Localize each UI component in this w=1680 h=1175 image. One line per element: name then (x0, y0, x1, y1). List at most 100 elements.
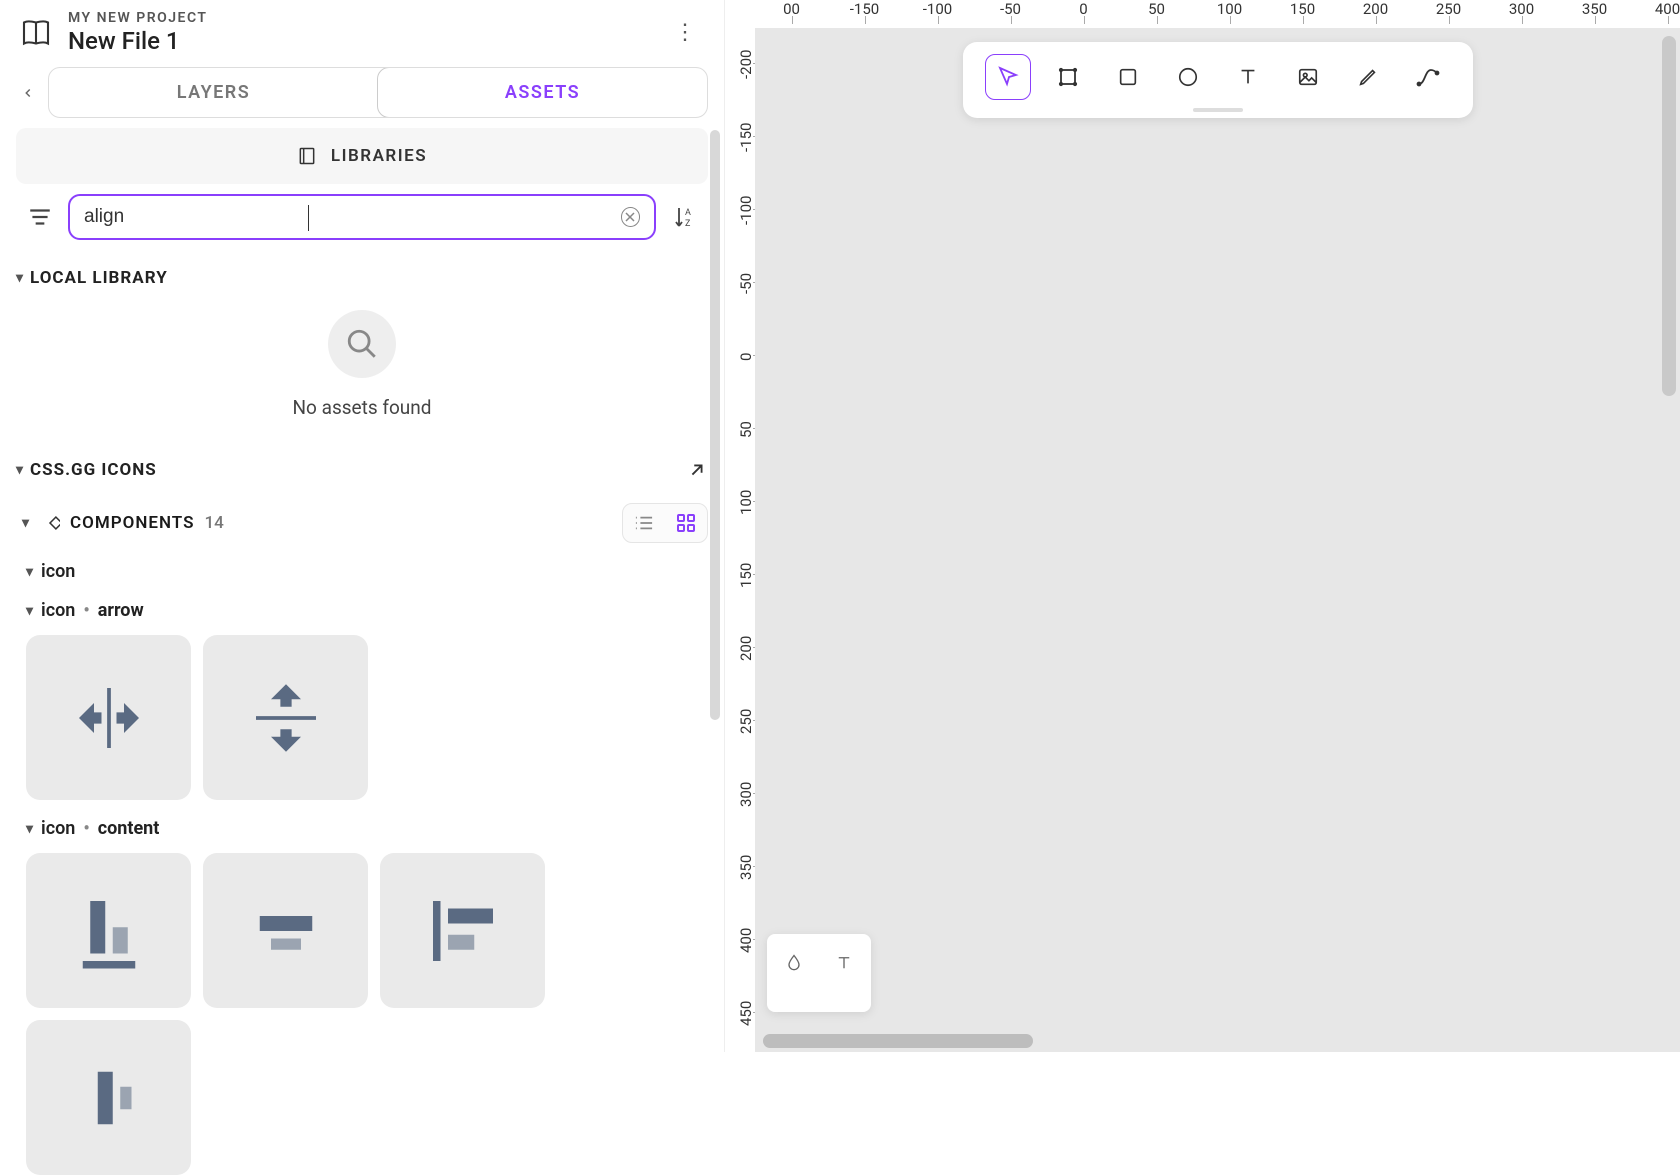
left-panel: MY NEW PROJECT New File 1 ⋮ LAYERS ASSET… (0, 0, 725, 1052)
separator-dot-icon: • (83, 818, 89, 839)
ruler-tick: -50 (974, 0, 1047, 18)
search-row: A Z (0, 192, 724, 248)
ruler-tick: 200 (737, 612, 755, 685)
ruler-tick: 150 (737, 539, 755, 612)
group-icon-content-sub: content (98, 818, 160, 839)
libraries-button[interactable]: LIBRARIES (16, 128, 708, 184)
sort-toggle-button[interactable]: A Z (670, 203, 698, 231)
svg-text:A: A (685, 208, 691, 218)
left-scrollbar[interactable] (710, 130, 720, 720)
local-library-empty: No assets found (16, 288, 708, 433)
droplet-icon (784, 953, 804, 973)
asset-grid-arrow (0, 621, 724, 800)
components-header[interactable]: ▾ COMPONENTS 14 (0, 481, 724, 543)
text-cursor-icon (308, 205, 309, 231)
tab-assets[interactable]: ASSETS (377, 67, 708, 118)
toolbar-drag-handle[interactable] (1193, 108, 1243, 112)
empty-search-icon (328, 310, 396, 378)
tool-move[interactable] (985, 54, 1031, 100)
tool-pencil[interactable] (1345, 54, 1391, 100)
ruler-tick: -100 (737, 174, 755, 247)
ruler-tick: 0 (1047, 0, 1120, 18)
ruler-tick: 450 (737, 977, 755, 1050)
image-icon (1297, 66, 1319, 88)
circle-icon (1177, 66, 1199, 88)
section-local-library-title: LOCAL LIBRARY (30, 268, 168, 288)
separator-dot-icon: • (83, 600, 89, 621)
filter-toggle-button[interactable] (26, 203, 54, 231)
project-menu-button[interactable]: ⋮ (664, 14, 706, 51)
empty-text: No assets found (293, 396, 432, 419)
clear-search-button[interactable] (621, 207, 640, 227)
asset-align-bottom[interactable] (26, 853, 191, 1008)
section-cssgg: ▾ CSS.GG ICONS (0, 433, 724, 481)
canvas-area[interactable]: 00-150-100-50050100150200250300350400 -2… (725, 0, 1680, 1052)
text-icon (1237, 66, 1259, 88)
ruler-tick: 350 (737, 831, 755, 904)
panel-tabs: LAYERS ASSETS (0, 63, 724, 124)
file-name[interactable]: New File 1 (68, 27, 664, 55)
tool-text[interactable] (1225, 54, 1271, 100)
canvas-vertical-scrollbar[interactable] (1662, 36, 1676, 396)
tool-curve[interactable] (1405, 54, 1451, 100)
section-local-library-header[interactable]: ▾ LOCAL LIBRARY (16, 268, 708, 288)
group-icon-arrow-sub: arrow (98, 600, 144, 621)
chevron-down-icon: ▾ (26, 603, 33, 619)
ruler-top[interactable]: 00-150-100-50050100150200250300350400 (725, 0, 1680, 28)
square-icon (1117, 66, 1139, 88)
chevron-down-icon: ▾ (22, 515, 30, 531)
tool-image[interactable] (1285, 54, 1331, 100)
tab-layers[interactable]: LAYERS (49, 68, 378, 117)
frame-icon (1056, 65, 1080, 89)
tool-frame[interactable] (1045, 54, 1091, 100)
ruler-tick: 0 (737, 320, 755, 393)
search-field-wrap[interactable] (68, 194, 656, 240)
group-icon-content-base: icon (41, 818, 75, 839)
ruler-tick: 300 (737, 758, 755, 831)
chevron-down-icon: ▾ (16, 462, 24, 478)
external-link-icon[interactable] (686, 459, 708, 481)
tool-ellipse[interactable] (1165, 54, 1211, 100)
asset-arrow-align-h[interactable] (26, 635, 191, 800)
ruler-tick: 300 (1485, 0, 1558, 18)
pencil-icon (1357, 66, 1379, 88)
section-local-library: ▾ LOCAL LIBRARY No assets found (0, 248, 724, 433)
section-cssgg-header[interactable]: ▾ CSS.GG ICONS (16, 459, 708, 481)
grid-view-button[interactable] (665, 504, 707, 542)
svg-text:Z: Z (685, 219, 691, 229)
chevron-down-icon: ▾ (26, 564, 33, 580)
asset-align-center-h[interactable] (203, 853, 368, 1008)
group-icon-label: icon (41, 561, 75, 582)
ruler-tick: -200 (737, 28, 755, 101)
ruler-tick: 400 (737, 904, 755, 977)
reset-view-button[interactable] (771, 940, 817, 986)
ruler-tick: -150 (737, 101, 755, 174)
project-name: MY NEW PROJECT (68, 10, 664, 26)
components-count: 14 (204, 513, 223, 533)
ruler-tick: 250 (737, 685, 755, 758)
group-icon-arrow-base: icon (41, 600, 75, 621)
asset-align-left[interactable] (380, 853, 545, 1008)
view-options-panel[interactable] (767, 934, 871, 1012)
list-view-button[interactable] (623, 504, 665, 542)
canvas-horizontal-scrollbar[interactable] (763, 1034, 1033, 1048)
asset-align-middle[interactable] (26, 1020, 191, 1175)
text-options-button[interactable] (821, 940, 867, 986)
collapse-panel-button[interactable] (16, 81, 40, 105)
canvas[interactable] (755, 28, 1680, 1052)
ruler-tick: 00 (755, 0, 828, 18)
ruler-left[interactable]: -200-150-100-500501001502002503003504004… (725, 28, 755, 1052)
floating-toolbar[interactable] (963, 42, 1473, 118)
group-icon-content[interactable]: ▾ icon • content (0, 800, 724, 839)
asset-arrow-align-v[interactable] (203, 635, 368, 800)
ruler-tick: 100 (1193, 0, 1266, 18)
chevron-down-icon: ▾ (26, 821, 33, 837)
group-icon-arrow[interactable]: ▾ icon • arrow (0, 582, 724, 621)
group-icon[interactable]: ▾ icon (0, 543, 724, 582)
tool-rectangle[interactable] (1105, 54, 1151, 100)
asset-grid-content (0, 839, 724, 1175)
search-input[interactable] (84, 206, 621, 228)
ruler-tick: -150 (828, 0, 901, 18)
ruler-tick: 50 (1120, 0, 1193, 18)
curve-icon (1416, 66, 1440, 88)
